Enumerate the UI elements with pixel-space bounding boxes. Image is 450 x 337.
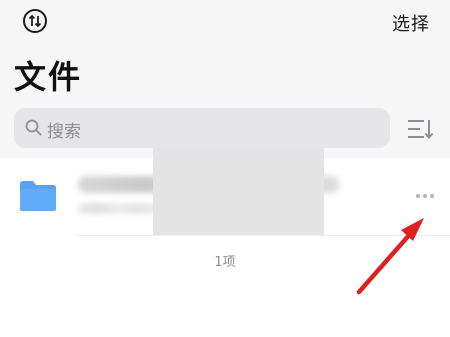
row-divider — [75, 235, 450, 236]
search-input[interactable]: 搜索 — [14, 108, 390, 148]
item-count: 1项 — [214, 255, 236, 270]
header-bar: 选择 文件 搜索 — [0, 0, 450, 158]
file-details-redacted — [78, 203, 158, 214]
select-button[interactable]: 选择 — [392, 10, 430, 36]
ellipsis-icon[interactable] — [414, 192, 436, 200]
folder-icon — [20, 181, 56, 211]
redaction-block — [153, 148, 324, 236]
page-title: 文件 — [14, 58, 83, 96]
search-icon — [25, 119, 42, 136]
sort-list-icon[interactable] — [406, 118, 434, 140]
search-placeholder: 搜索 — [47, 122, 81, 142]
sync-circle-icon[interactable] — [22, 8, 48, 34]
